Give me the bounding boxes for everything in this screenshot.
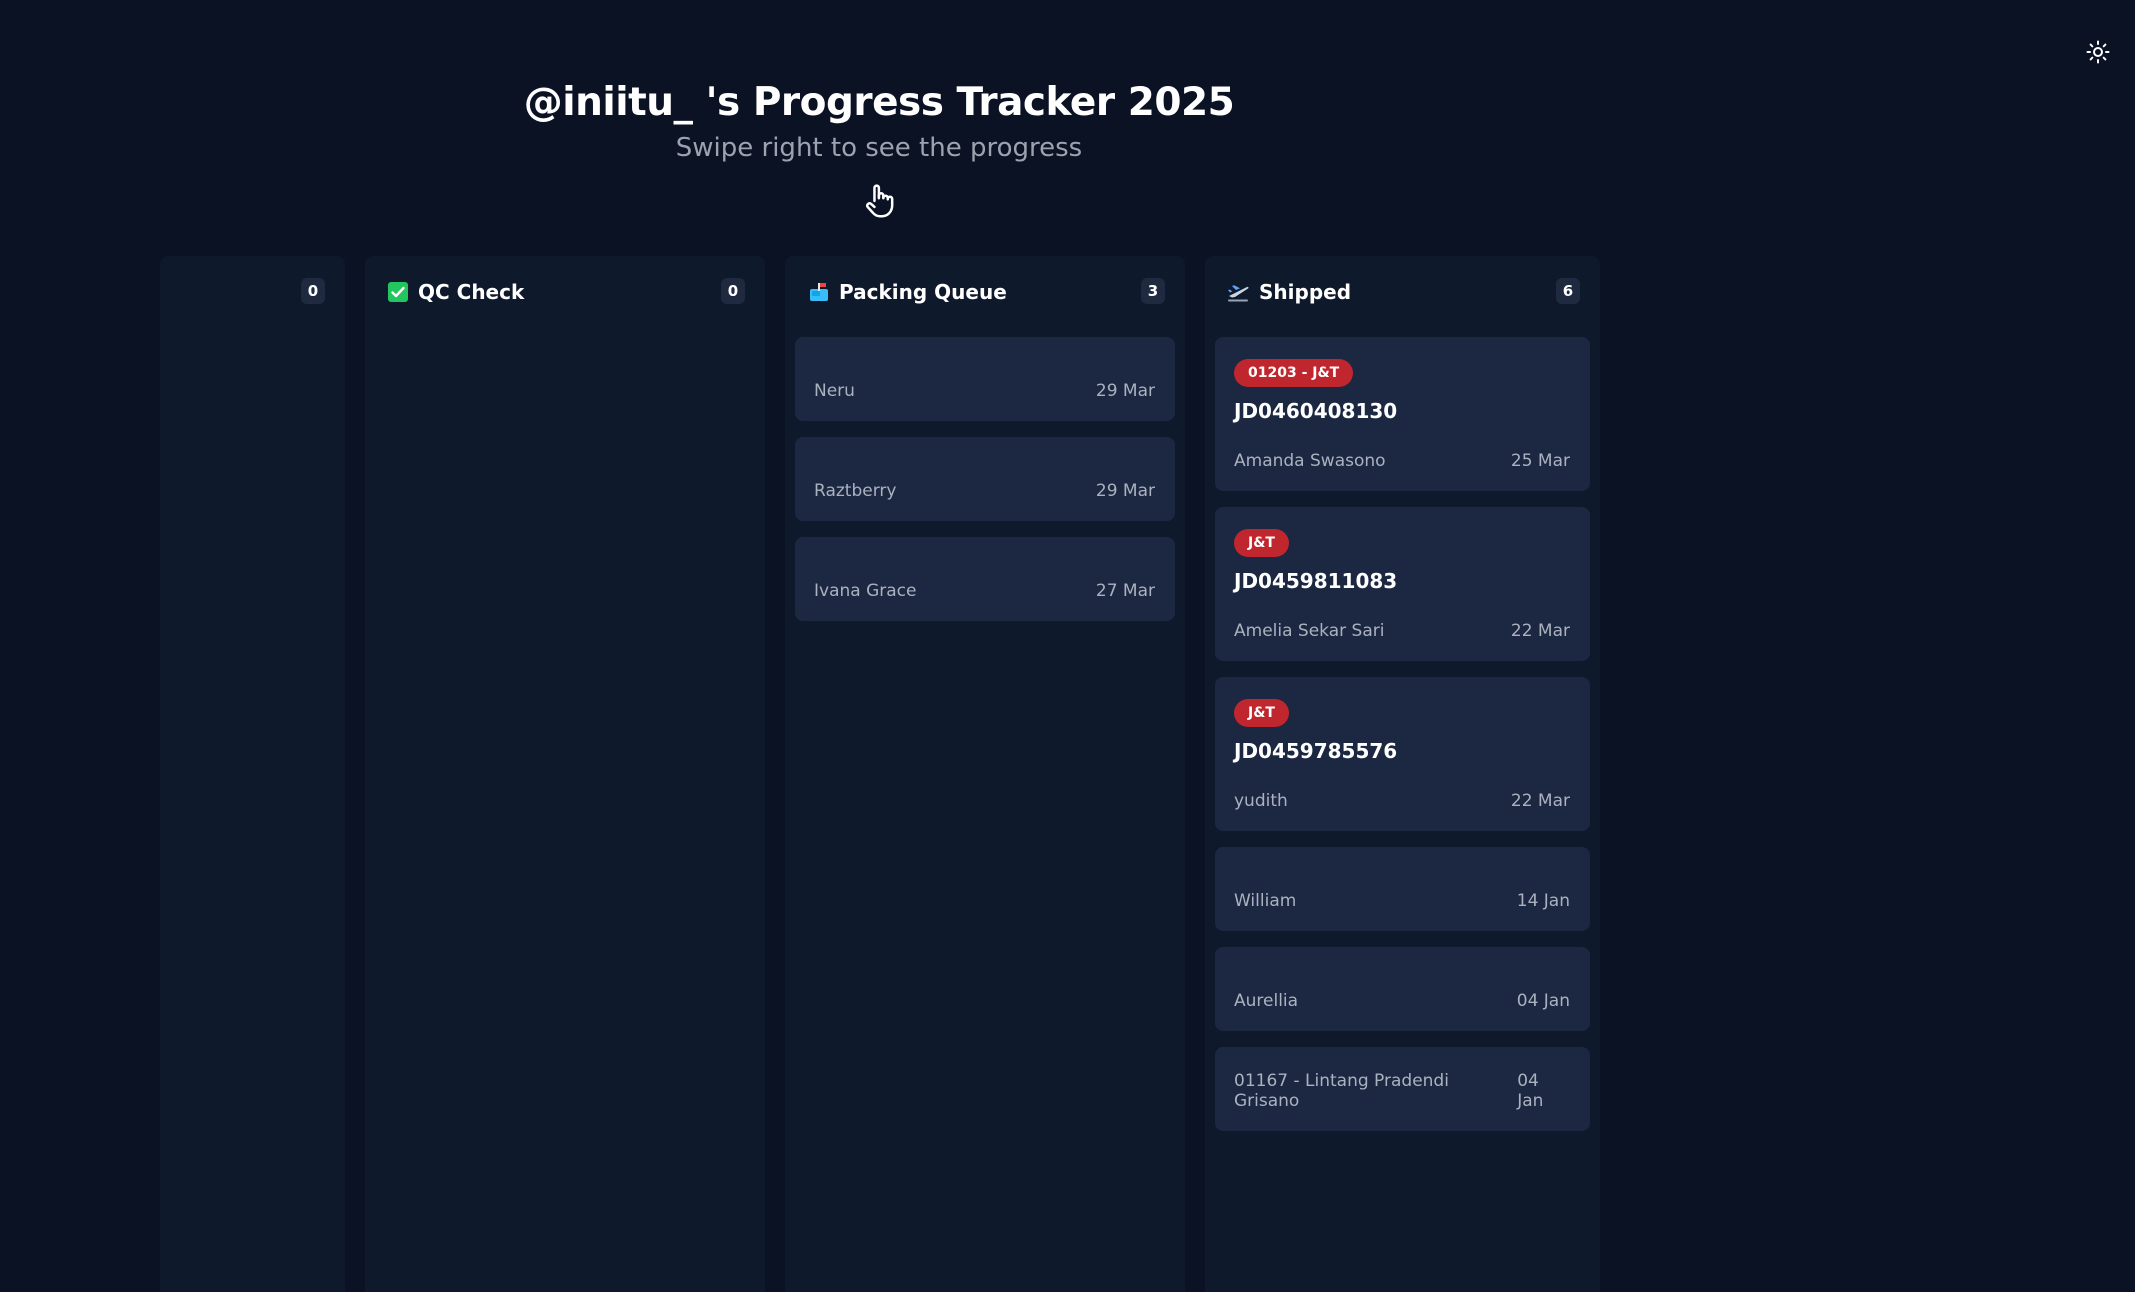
column-qc-check: QC Check 0 xyxy=(365,256,765,1292)
customer-name: William xyxy=(1234,891,1297,911)
sun-icon xyxy=(2086,40,2110,64)
card-meta: Aurellia 04 Jan xyxy=(1234,991,1570,1011)
column-header: 0 xyxy=(160,256,345,328)
check-box-icon xyxy=(388,282,408,302)
order-date: 29 Mar xyxy=(1095,481,1155,501)
column-title-label: QC Check xyxy=(418,280,525,304)
order-date: 04 Jan xyxy=(1516,991,1570,1011)
kanban-board[interactable]: 0 QC Check 0 Packing Queue 3 Neru 29 Mar… xyxy=(160,256,1600,1292)
courier-tag: J&T xyxy=(1234,699,1289,727)
column-header: Packing Queue 3 xyxy=(785,256,1185,328)
order-date: 27 Mar xyxy=(1095,581,1155,601)
card-meta: William 14 Jan xyxy=(1234,891,1570,911)
customer-name: Amelia Sekar Sari xyxy=(1234,621,1385,641)
card-meta: yudith 22 Mar xyxy=(1234,791,1570,811)
order-card[interactable]: 01167 - Lintang Pradendi Grisano 04 Jan xyxy=(1215,1047,1590,1131)
customer-name: Raztberry xyxy=(814,481,897,501)
order-date: 22 Mar xyxy=(1510,621,1570,641)
column-header: QC Check 0 xyxy=(365,256,765,328)
courier-tag: 01203 - J&T xyxy=(1234,359,1354,387)
column-hidden: 0 xyxy=(160,256,345,1292)
mailbox-icon xyxy=(810,283,828,301)
order-date: 04 Jan xyxy=(1517,1071,1544,1111)
airplane-departure-icon xyxy=(1228,285,1249,302)
card-meta: Ivana Grace 27 Mar xyxy=(814,581,1155,601)
customer-name: Aurellia xyxy=(1234,991,1299,1011)
card-meta: Amanda Swasono 25 Mar xyxy=(1234,451,1570,471)
column-title: Shipped xyxy=(1227,280,1351,304)
page-subtitle: Swipe right to see the progress xyxy=(675,133,1083,163)
page-title: @iniitu_ 's Progress Tracker 2025 xyxy=(523,80,1235,125)
column-count-badge: 0 xyxy=(301,278,325,304)
tracking-number: JD0459811083 xyxy=(1234,569,1398,593)
customer-name: yudith xyxy=(1234,791,1288,811)
column-packing-queue: Packing Queue 3 Neru 29 Mar Raztberry 29… xyxy=(785,256,1185,1292)
card-meta: Amelia Sekar Sari 22 Mar xyxy=(1234,621,1570,641)
column-header: Shipped 6 xyxy=(1205,256,1600,328)
order-card[interactable]: J&T JD0459811083 Amelia Sekar Sari 22 Ma… xyxy=(1215,507,1590,661)
order-card[interactable]: 01203 - J&T JD0460408130 Amanda Swasono … xyxy=(1215,337,1590,491)
tracking-number: JD0460408130 xyxy=(1234,399,1398,423)
hand-pointer-icon xyxy=(866,184,894,218)
order-date: 22 Mar xyxy=(1510,791,1570,811)
column-count-badge: 6 xyxy=(1556,278,1580,304)
order-date: 25 Mar xyxy=(1510,451,1570,471)
column-shipped: Shipped 6 01203 - J&T JD0460408130 Amand… xyxy=(1205,256,1600,1292)
theme-toggle-button[interactable] xyxy=(2080,34,2116,70)
order-card[interactable]: Aurellia 04 Jan xyxy=(1215,947,1590,1031)
column-title: Packing Queue xyxy=(809,280,1007,304)
order-card[interactable]: J&T JD0459785576 yudith 22 Mar xyxy=(1215,677,1590,831)
column-title: QC Check xyxy=(388,280,524,304)
column-title-label: Packing Queue xyxy=(839,280,1007,304)
tracking-number: JD0459785576 xyxy=(1234,739,1398,763)
customer-name: 01167 - Lintang Pradendi Grisano xyxy=(1234,1071,1449,1111)
column-title-label: Shipped xyxy=(1259,280,1352,304)
page: @iniitu_ 's Progress Tracker 2025 Swipe … xyxy=(0,0,2135,1292)
order-date: 14 Jan xyxy=(1516,891,1570,911)
customer-name: Ivana Grace xyxy=(814,581,917,601)
customer-name: Neru xyxy=(814,381,855,401)
column-count-badge: 0 xyxy=(721,278,745,304)
column-count-badge: 3 xyxy=(1141,278,1165,304)
card-meta: Raztberry 29 Mar xyxy=(814,481,1155,501)
card-meta: Neru 29 Mar xyxy=(814,381,1155,401)
order-date: 29 Mar xyxy=(1095,381,1155,401)
order-card[interactable]: William 14 Jan xyxy=(1215,847,1590,931)
card-meta: 01167 - Lintang Pradendi Grisano 04 Jan xyxy=(1234,1071,1570,1111)
order-card[interactable]: Neru 29 Mar xyxy=(795,337,1175,421)
customer-name: Amanda Swasono xyxy=(1234,451,1386,471)
order-card[interactable]: Raztberry 29 Mar xyxy=(795,437,1175,521)
order-card[interactable]: Ivana Grace 27 Mar xyxy=(795,537,1175,621)
courier-tag: J&T xyxy=(1234,529,1289,557)
